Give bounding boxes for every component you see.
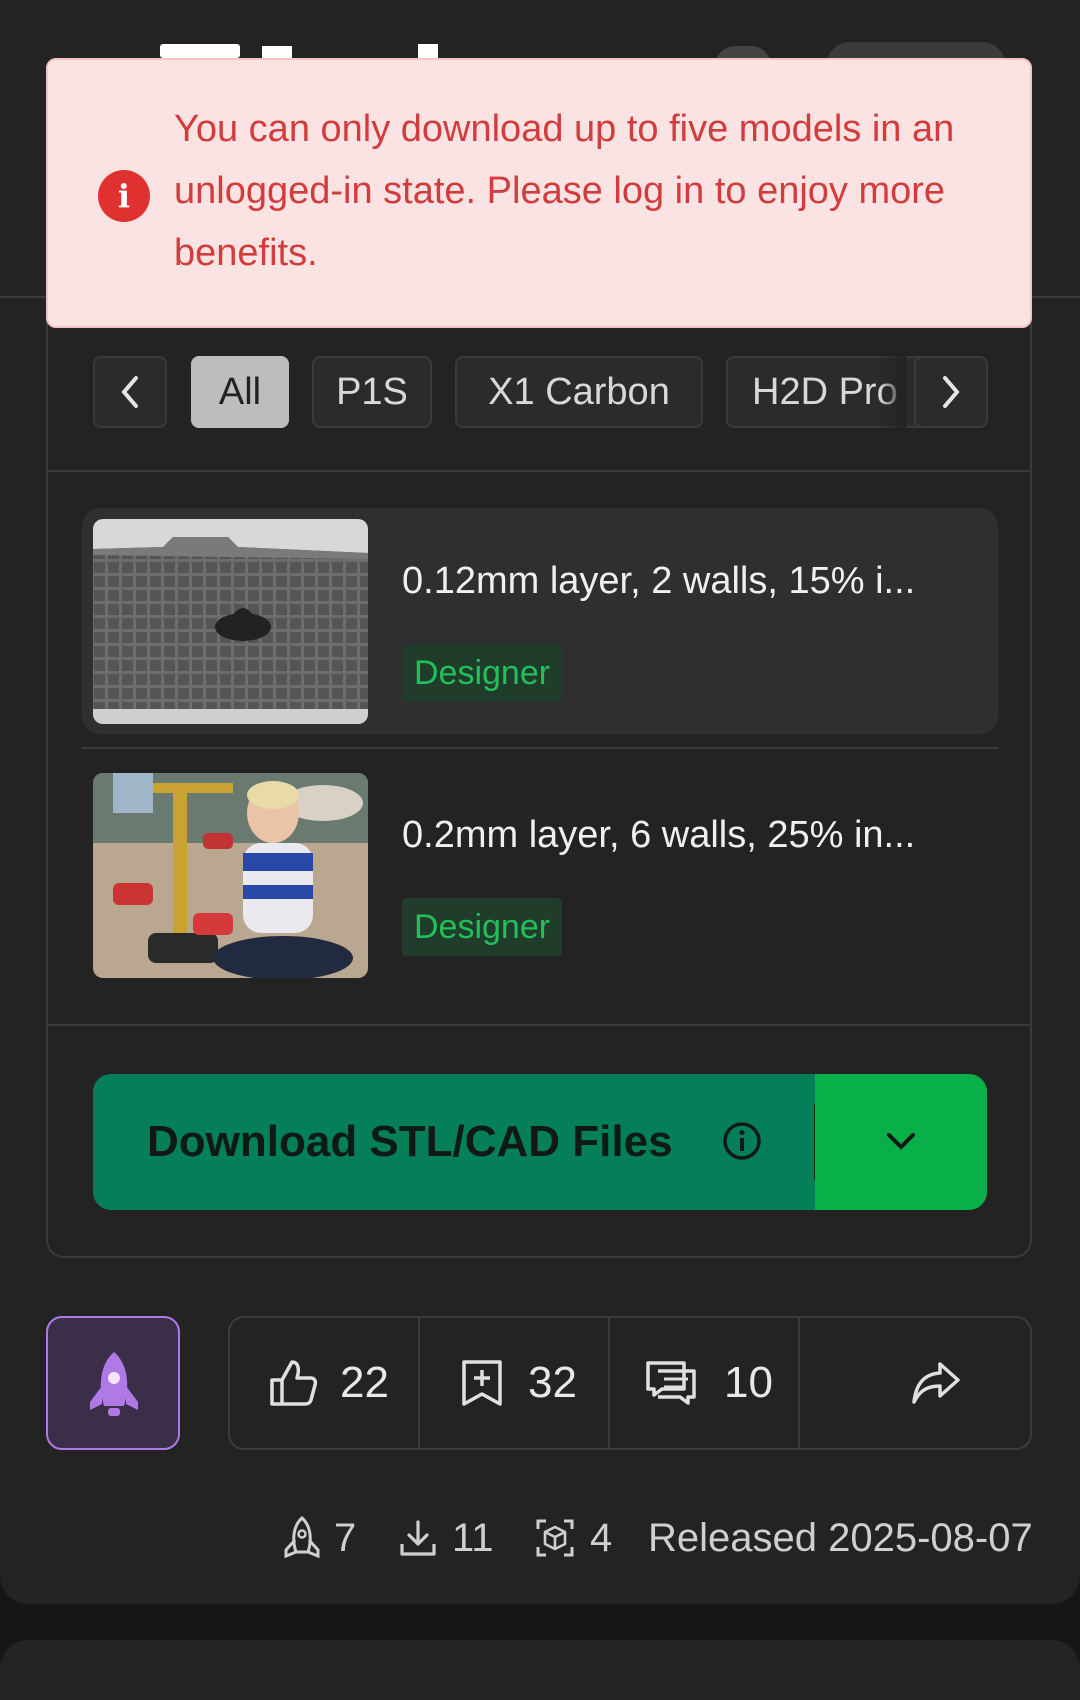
download-count: 11	[452, 1515, 494, 1560]
tabs-fade	[880, 356, 906, 430]
like-count: 22	[340, 1358, 389, 1407]
separator	[798, 1318, 800, 1448]
like-button[interactable]: 22	[268, 1318, 389, 1448]
collect-button[interactable]: 32	[460, 1318, 577, 1448]
tab-x1-carbon[interactable]: X1 Carbon	[455, 356, 703, 428]
site-logo[interactable]	[160, 44, 240, 58]
divider	[82, 747, 998, 749]
profile-title: 0.2mm layer, 6 walls, 25% in...	[402, 814, 916, 856]
action-bar: 22 32 10	[228, 1316, 1032, 1450]
boost-button[interactable]	[46, 1316, 180, 1450]
tab-p1s[interactable]: P1S	[312, 356, 432, 428]
separator	[608, 1318, 610, 1448]
chevron-down-icon	[887, 1133, 915, 1150]
site-logo-text	[262, 46, 292, 58]
boost-count: 7	[334, 1515, 357, 1560]
error-icon: i	[98, 170, 150, 222]
next-section-card	[0, 1640, 1080, 1700]
print-cube-icon	[536, 1519, 574, 1557]
logo-mark	[418, 44, 438, 58]
chevron-right-icon	[943, 376, 960, 408]
download-label: Download STL/CAD Files	[147, 1117, 673, 1166]
comment-button[interactable]: 10	[644, 1318, 773, 1448]
tabs-next-button[interactable]	[914, 356, 988, 428]
profile-thumbnail	[93, 519, 368, 724]
thumbs-up-icon	[270, 1360, 318, 1406]
info-icon[interactable]	[721, 1120, 763, 1162]
profile-item[interactable]: 0.12mm layer, 2 walls, 15% i... Designer	[82, 508, 998, 734]
profile-item[interactable]: 0.2mm layer, 6 walls, 25% in... Designer	[82, 762, 998, 988]
comment-count: 10	[724, 1358, 773, 1407]
download-button[interactable]: Download STL/CAD Files	[93, 1074, 987, 1210]
print-stat: 4	[534, 1512, 612, 1564]
tab-all[interactable]: All	[191, 356, 289, 428]
chevron-left-icon	[121, 376, 138, 408]
download-stat: 11	[398, 1512, 494, 1564]
tabs-prev-button[interactable]	[93, 356, 167, 428]
download-icon	[400, 1520, 436, 1556]
rocket-icon	[90, 1352, 138, 1416]
printer-tabs: All P1S X1 Carbon H2D Pro	[46, 356, 986, 432]
profile-thumbnail	[93, 773, 368, 978]
download-dropdown-button[interactable]	[815, 1074, 987, 1210]
collect-count: 32	[528, 1358, 577, 1407]
release-date: Released 2025-08-07	[648, 1515, 1033, 1560]
share-button[interactable]	[910, 1318, 962, 1448]
rocket-outline-icon	[284, 1516, 320, 1559]
divider	[48, 470, 1032, 472]
print-count: 4	[590, 1515, 613, 1560]
designer-badge: Designer	[402, 644, 563, 702]
divider	[48, 1024, 1032, 1026]
share-icon	[912, 1362, 960, 1404]
toast-message: You can only download up to five models …	[174, 108, 955, 274]
profile-title: 0.12mm layer, 2 walls, 15% i...	[402, 560, 916, 602]
boost-stat: 7	[282, 1512, 356, 1564]
designer-badge: Designer	[402, 898, 563, 956]
error-toast: i You can only download up to five model…	[46, 58, 1032, 328]
separator	[418, 1318, 420, 1448]
bookmark-plus-icon	[462, 1360, 502, 1406]
comment-icon	[646, 1361, 696, 1405]
